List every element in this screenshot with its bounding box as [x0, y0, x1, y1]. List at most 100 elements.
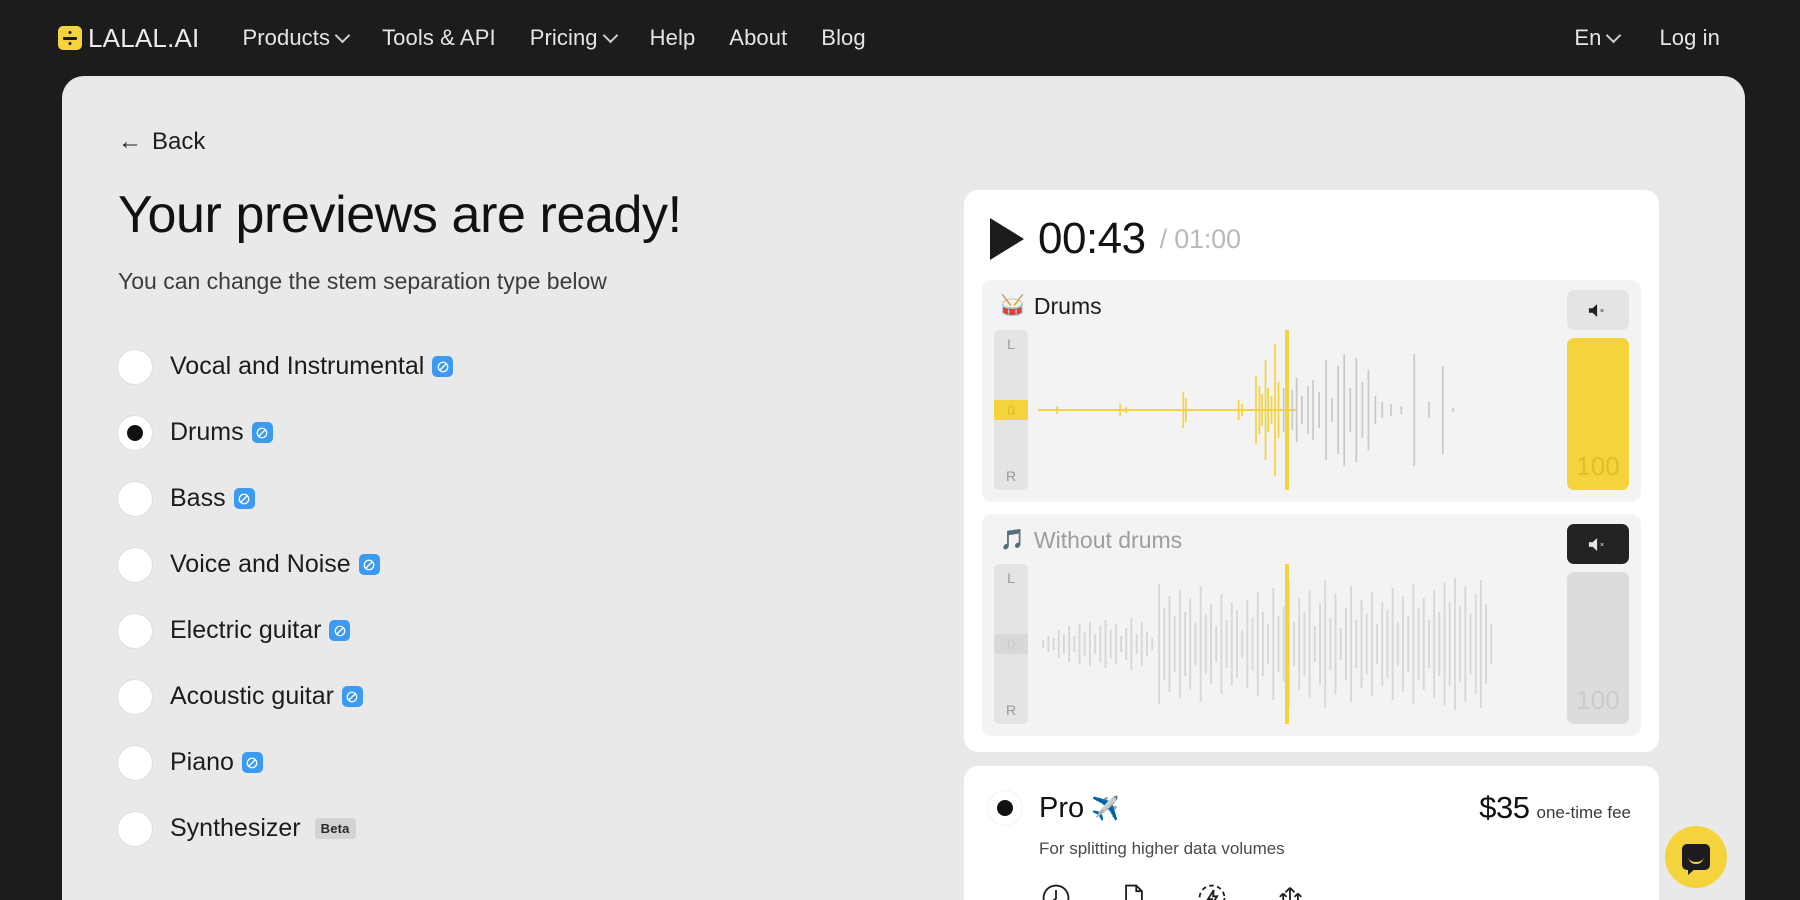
volume-value: 100 [1576, 451, 1619, 482]
mute-button-drums[interactable]: × [1567, 290, 1629, 330]
stem-option-synthesizer[interactable]: Synthesizer Beta [118, 796, 908, 862]
brand-logo[interactable]: LALAL.AI [58, 23, 199, 54]
stem-option-label-group: Electric guitar [170, 616, 350, 645]
speaker-mute-icon: × [1588, 536, 1608, 553]
pricing-card-pro[interactable]: Pro ✈️ $35 one-time fee For splitting hi… [964, 766, 1659, 900]
language-label: En [1574, 25, 1601, 51]
beta-badge: Beta [315, 818, 356, 839]
back-label: Back [152, 128, 205, 156]
radio-button[interactable] [118, 614, 152, 648]
volume-slider-drums[interactable]: 100 [1567, 338, 1629, 490]
nav-label: Help [650, 25, 696, 51]
radio-button[interactable] [118, 812, 152, 846]
stem-option-label-group: Piano [170, 748, 263, 777]
playhead-drums[interactable] [1285, 330, 1289, 490]
nav-links: Products Tools & API Pricing Help About … [225, 25, 882, 51]
top-navigation-bar: LALAL.AI Products Tools & API Pricing He… [0, 0, 1800, 76]
plan-price: $35 [1479, 790, 1529, 826]
brand-name: LALAL.AI [88, 23, 199, 54]
stem-option-label-group: Vocal and Instrumental [170, 352, 453, 381]
nav-right-group: En Log in [1554, 25, 1800, 51]
ai-model-badge-icon [329, 620, 350, 641]
chat-support-button[interactable] [1665, 826, 1727, 888]
stem-option-vocal-and-instrumental[interactable]: Vocal and Instrumental [118, 334, 908, 400]
login-button[interactable]: Log in [1639, 25, 1740, 51]
plan-description: For splitting higher data volumes [1039, 839, 1631, 859]
track-name: Drums [1034, 293, 1102, 320]
radio-button[interactable] [118, 746, 152, 780]
stem-option-acoustic-guitar[interactable]: Acoustic guitar [118, 664, 908, 730]
mute-button-without-drums[interactable]: × [1567, 524, 1629, 564]
chevron-down-icon [1606, 27, 1622, 43]
page-title: Your previews are ready! [118, 188, 908, 243]
stem-option-piano[interactable]: Piano [118, 730, 908, 796]
radio-button[interactable] [118, 416, 152, 450]
pan-slider[interactable]: L 0 R [994, 564, 1028, 724]
ai-model-badge-icon [342, 686, 363, 707]
player-transport: 00:43 / 01:00 [982, 208, 1641, 280]
ai-model-badge-icon [252, 422, 273, 443]
nav-item-help[interactable]: Help [633, 25, 713, 51]
waveform-without-drums[interactable] [1038, 564, 1557, 724]
lightning-circle-icon [1195, 881, 1229, 900]
current-time: 00:43 [1038, 214, 1146, 264]
playhead-without-drums[interactable] [1285, 564, 1289, 724]
stem-option-drums[interactable]: Drums [118, 400, 908, 466]
stem-option-voice-and-noise[interactable]: Voice and Noise [118, 532, 908, 598]
pan-slider[interactable]: L 0 R [994, 330, 1028, 490]
plan-row: Pro ✈️ $35 one-time fee [988, 790, 1631, 826]
radio-button[interactable] [118, 350, 152, 384]
radio-button[interactable] [118, 482, 152, 516]
track-drums: 🥁 Drums L 0 R [982, 280, 1641, 502]
stem-option-electric-guitar[interactable]: Electric guitar [118, 598, 908, 664]
nav-item-blog[interactable]: Blog [804, 25, 882, 51]
play-icon[interactable] [990, 218, 1024, 260]
nav-item-about[interactable]: About [712, 25, 804, 51]
volume-slider-without-drums[interactable]: 100 [1567, 572, 1629, 724]
plan-radio-button[interactable] [988, 791, 1022, 825]
nav-item-products[interactable]: Products [225, 25, 365, 51]
waveform-svg [1038, 330, 1557, 490]
airplane-icon: ✈️ [1091, 795, 1120, 822]
pan-handle[interactable]: 0 [994, 634, 1028, 654]
radio-button[interactable] [118, 548, 152, 582]
nav-label: About [729, 25, 787, 51]
nav-item-pricing[interactable]: Pricing [513, 25, 633, 51]
stem-option-label: Electric guitar [170, 616, 321, 645]
track-header: 🎵 Without drums [994, 526, 1629, 554]
ai-model-badge-icon [242, 752, 263, 773]
plan-name: Pro [1039, 792, 1084, 825]
nav-label: Products [242, 25, 330, 51]
speaker-mute-icon: × [1588, 302, 1608, 319]
stem-option-label: Voice and Noise [170, 550, 351, 579]
back-arrow-icon: ← [118, 130, 142, 154]
back-button[interactable]: ← Back [118, 128, 205, 156]
chevron-down-icon [602, 27, 618, 43]
divide-logo-icon [58, 26, 82, 50]
waveform-svg [1038, 564, 1557, 724]
login-label: Log in [1659, 25, 1720, 51]
pan-label-left: L [1007, 570, 1015, 586]
svg-text:×: × [1600, 540, 1604, 549]
ai-model-badge-icon [234, 488, 255, 509]
plan-price-group: $35 one-time fee [1479, 790, 1631, 826]
ai-model-badge-icon [359, 554, 380, 575]
stem-option-label: Drums [170, 418, 244, 447]
pan-handle[interactable]: 0 [994, 400, 1028, 420]
nav-item-tools-api[interactable]: Tools & API [365, 25, 513, 51]
stem-option-label: Vocal and Instrumental [170, 352, 424, 381]
radio-button[interactable] [118, 680, 152, 714]
track-controls: × 100 [1567, 564, 1629, 724]
pan-label-left: L [1007, 336, 1015, 352]
language-selector[interactable]: En [1554, 25, 1639, 51]
stem-option-label: Acoustic guitar [170, 682, 334, 711]
stem-option-bass[interactable]: Bass [118, 466, 908, 532]
file-icon [1117, 881, 1151, 900]
chevron-down-icon [335, 27, 351, 43]
music-note-icon: 🎵 [1000, 530, 1025, 550]
plan-price-note: one-time fee [1537, 803, 1632, 823]
pan-label-right: R [1006, 702, 1016, 718]
stem-options-list: Vocal and Instrumental Drums [118, 334, 908, 862]
page-container: ← Back Your previews are ready! You can … [62, 76, 1745, 900]
waveform-drums[interactable] [1038, 330, 1557, 490]
